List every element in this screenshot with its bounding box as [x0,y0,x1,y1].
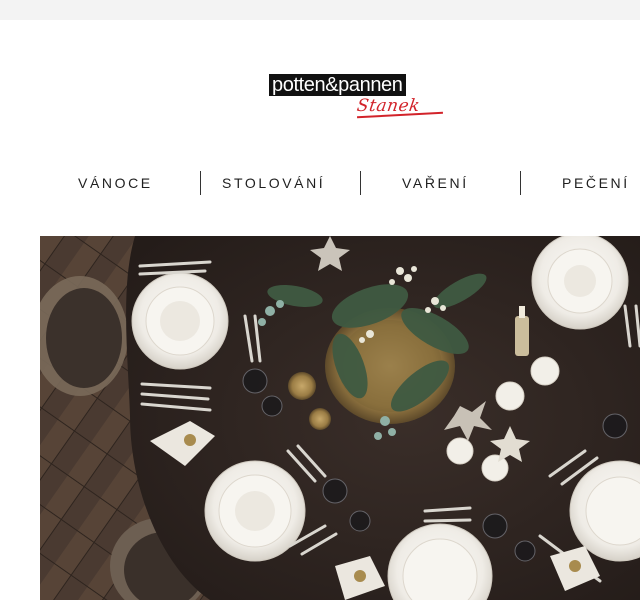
nav-divider [520,171,521,195]
top-strip [0,0,640,20]
nav-item-vanoce[interactable]: VÁNOCE [78,170,153,196]
hero-banner[interactable] [40,236,640,600]
nav-divider [360,171,361,195]
brand-logo[interactable]: potten&pannen Stanek [269,74,451,120]
nav-divider [200,171,201,195]
christmas-table-setting-image [40,236,640,600]
nav-item-peceni[interactable]: PEČENÍ [562,170,630,196]
nav-item-vareni[interactable]: VAŘENÍ [402,170,469,196]
brand-logo-text: potten&pannen [269,74,407,96]
nav-item-stolovani[interactable]: STOLOVÁNÍ [222,170,325,196]
main-navigation: VÁNOCE STOLOVÁNÍ VAŘENÍ PEČENÍ [0,170,640,196]
